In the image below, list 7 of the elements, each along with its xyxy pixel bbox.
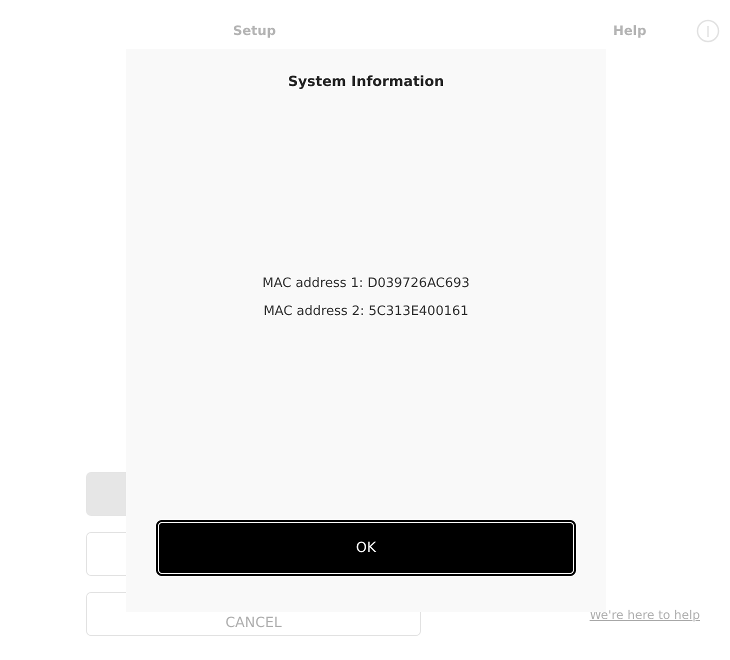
help-link[interactable]: Help [612, 24, 646, 38]
dialog-title: System Information [288, 74, 444, 90]
mac-address-text: MAC address 1: D039726AC693 [262, 276, 470, 290]
ok-button[interactable]: OK [156, 520, 576, 576]
info-icon[interactable] [696, 19, 720, 43]
setup-title: Setup [233, 24, 276, 38]
mac-address-text: MAC address 2: 5C313E400161 [262, 304, 470, 318]
